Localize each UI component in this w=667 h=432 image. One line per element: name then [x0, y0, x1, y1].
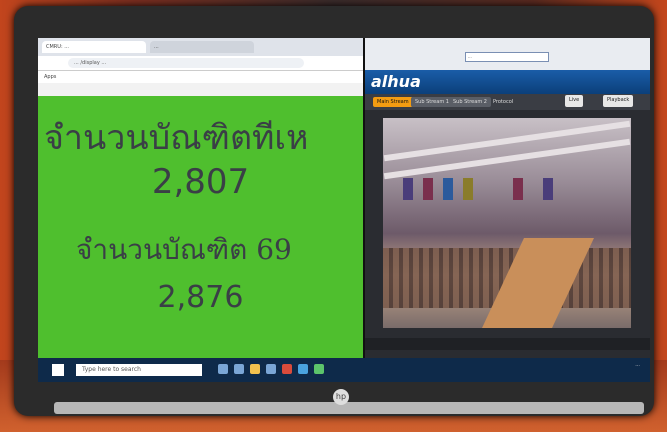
playback-button[interactable]: Playback: [603, 95, 634, 107]
live-button[interactable]: Live: [565, 95, 584, 107]
dahua-header: alhua: [365, 70, 650, 94]
left-address-bar: ... /display ...: [38, 56, 363, 71]
taskview-icon[interactable]: [218, 364, 228, 374]
folder-icon[interactable]: [250, 364, 260, 374]
right-browser-window: ... alhua Main Stream Sub Stream 1 Sub S…: [365, 38, 650, 358]
hp-logo-icon: hp: [333, 389, 349, 405]
stream-sub2-button[interactable]: Sub Stream 2: [449, 97, 491, 107]
app-icon[interactable]: [314, 364, 324, 374]
banner: [463, 178, 473, 200]
laptop-screen: CMRU: ... ... ... /display ... Apps จำนว…: [38, 38, 650, 382]
green-display-panel: จำนวนบัณฑิตทีเห 2,807 จำนวนบัณฑิต 69 2,8…: [38, 96, 363, 358]
banner: [513, 178, 523, 200]
taskbar-clock: ...: [635, 362, 640, 368]
edge-icon[interactable]: [234, 364, 244, 374]
dahua-logo: alhua: [371, 72, 421, 91]
store-icon[interactable]: [266, 364, 276, 374]
windows-start-icon[interactable]: [52, 364, 64, 376]
stream-sub1-button[interactable]: Sub Stream 1: [411, 97, 453, 107]
display-value-1: 2,807: [151, 162, 250, 202]
banner: [543, 178, 553, 200]
left-browser-window: CMRU: ... ... ... /display ... Apps จำนว…: [38, 38, 363, 358]
protocol-label: Protocol: [493, 99, 514, 105]
camera-feed: [383, 118, 631, 328]
laptop-hinge: [54, 402, 644, 414]
left-tab-2[interactable]: ...: [150, 41, 254, 53]
ceiling-stripe: [383, 138, 631, 180]
windows-taskbar: Type here to search ...: [38, 358, 650, 382]
banner: [423, 178, 433, 200]
left-bookmarks-bar[interactable]: Apps: [38, 71, 363, 83]
taskbar-search[interactable]: Type here to search: [76, 364, 202, 376]
display-title-1: จำนวนบัณฑิตทีเห: [44, 118, 309, 158]
left-tab-1[interactable]: CMRU: ...: [42, 41, 146, 53]
app-icon[interactable]: [298, 364, 308, 374]
left-tabbar: CMRU: ... ...: [38, 38, 363, 56]
right-browser-top: ...: [365, 38, 650, 70]
left-url-input[interactable]: ... /display ...: [68, 58, 304, 68]
display-value-2: 2,876: [157, 280, 244, 315]
stream-main-button[interactable]: Main Stream: [373, 97, 413, 107]
display-title-2: จำนวนบัณฑิต 69: [76, 233, 292, 266]
banner: [443, 178, 453, 200]
laptop: CMRU: ... ... ... /display ... Apps จำนว…: [14, 6, 654, 416]
chrome-icon[interactable]: [282, 364, 292, 374]
right-url-input[interactable]: ...: [465, 52, 549, 62]
banner: [403, 178, 413, 200]
video-controls[interactable]: [365, 338, 650, 350]
dahua-nav: Main Stream Sub Stream 1 Sub Stream 2 Pr…: [365, 94, 650, 110]
